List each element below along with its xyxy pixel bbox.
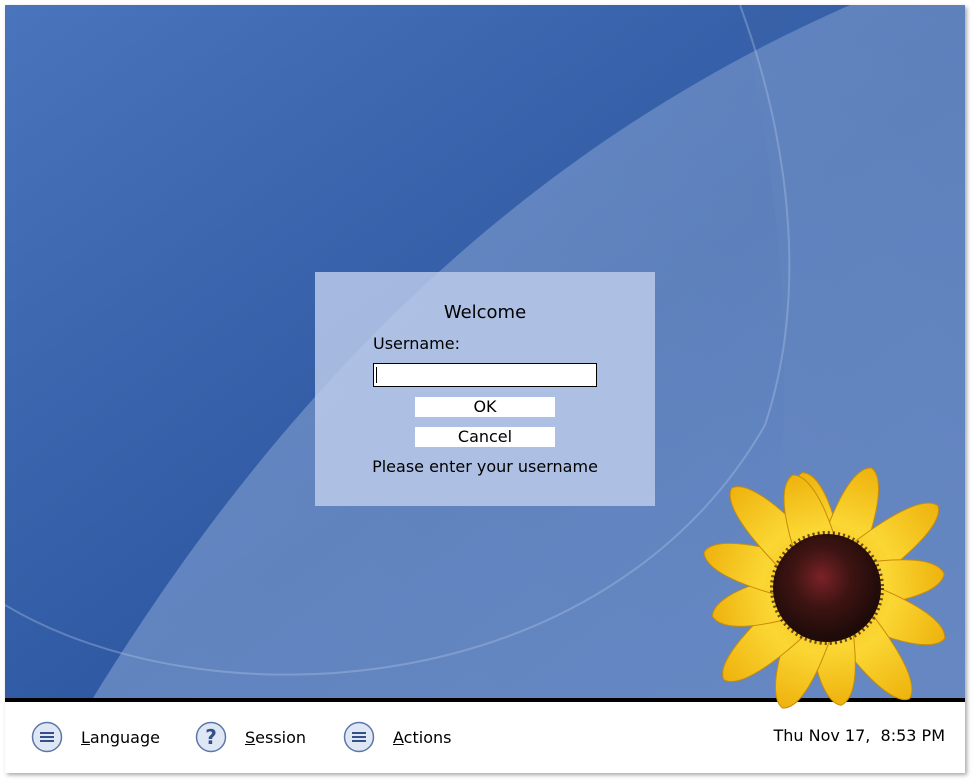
ok-button-label: OK: [473, 397, 497, 416]
cancel-button[interactable]: Cancel: [415, 427, 555, 447]
session-button[interactable]: ? Session: [195, 720, 306, 754]
session-label: Session: [245, 727, 307, 747]
language-button[interactable]: Language: [31, 720, 160, 754]
login-dialog: Welcome Username: OK Cancel Please enter…: [315, 272, 655, 506]
svg-text:?: ?: [205, 725, 217, 749]
dialog-title: Welcome: [443, 302, 527, 323]
username-input[interactable]: [373, 363, 597, 387]
menu-icon: [31, 721, 63, 753]
actions-label: Actions: [393, 727, 452, 747]
username-label: Username:: [373, 334, 460, 353]
cancel-button-label: Cancel: [457, 427, 513, 446]
actions-button[interactable]: Actions: [343, 720, 451, 754]
text-cursor: [376, 367, 377, 383]
menu-icon: [343, 721, 375, 753]
display-frame: Welcome Username: OK Cancel Please enter…: [5, 5, 965, 773]
login-screen: Welcome Username: OK Cancel Please enter…: [0, 0, 974, 782]
language-label: Language: [81, 727, 160, 747]
status-message: Please enter your username: [372, 457, 598, 476]
flower-image: [703, 467, 946, 709]
question-icon: ?: [195, 721, 227, 753]
ok-button[interactable]: OK: [415, 397, 555, 417]
